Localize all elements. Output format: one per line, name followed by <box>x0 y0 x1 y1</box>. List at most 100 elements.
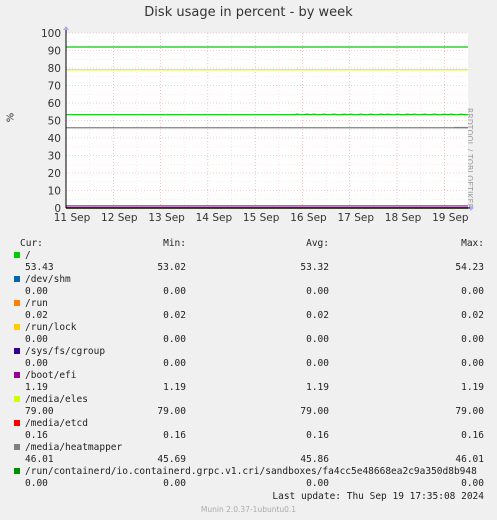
legend-cur-value: 0.02 <box>25 310 48 321</box>
y-tick-label: 90 <box>48 46 61 58</box>
legend-header-max: Max: <box>461 238 484 249</box>
legend-max-value: 79.00 <box>455 406 484 417</box>
legend-min-value: 0.00 <box>163 358 186 369</box>
legend-avg-value: 79.00 <box>300 406 329 417</box>
legend-entry: /dev/shm 0.00 0.00 0.00 0.00 <box>0 274 497 298</box>
y-tick-label: 40 <box>48 133 61 145</box>
legend-avg-value: 0.16 <box>306 430 329 441</box>
legend-min-value: 45.69 <box>157 454 186 465</box>
legend-entries: /53.43 53.02 53.32 54.23/dev/shm 0.00 0.00 0.0… <box>0 250 497 490</box>
legend-series-name: /run/containerd/io.containerd.grpc.v1.cr… <box>0 466 497 478</box>
legend-header-cur: Cur: <box>20 238 43 249</box>
x-tick-label: 13 Sep <box>148 212 185 224</box>
series-line <box>66 113 468 116</box>
legend-color-swatch <box>14 276 20 282</box>
x-tick-label: 19 Sep <box>432 212 469 224</box>
last-update: Last update: Thu Sep 19 17:35:08 2024 <box>272 491 484 502</box>
x-tick-label: 16 Sep <box>290 212 327 224</box>
legend-cur-value: 0.00 <box>25 478 48 489</box>
legend-min-value: 0.16 <box>163 430 186 441</box>
y-ticks: 0102030405060708090100 <box>41 28 61 215</box>
legend-cur-value: 1.19 <box>25 382 48 393</box>
legend-max-value: 0.02 <box>461 310 484 321</box>
x-tick-label: 17 Sep <box>338 212 375 224</box>
legend-series-name: /run/lock <box>0 322 497 334</box>
legend-max-value: 1.19 <box>461 382 484 393</box>
legend-min-value: 0.00 <box>163 286 186 297</box>
legend-color-swatch <box>14 372 20 378</box>
legend-avg-value: 1.19 <box>306 382 329 393</box>
legend-header: Cur: Min: Avg: Max: <box>0 238 497 250</box>
munin-version: Munin 2.0.37-1ubuntu0.1 <box>200 505 297 514</box>
legend-max-value: 46.01 <box>455 454 484 465</box>
legend-header-min: Min: <box>163 238 186 249</box>
legend-avg-value: 0.00 <box>306 334 329 345</box>
legend-entry: /media/etcd 0.16 0.16 0.16 0.16 <box>0 418 497 442</box>
legend-series-name: /run <box>0 298 497 310</box>
x-tick-label: 14 Sep <box>196 212 233 224</box>
legend-series-name: / <box>0 250 497 262</box>
legend-series-name: /media/etcd <box>0 418 497 430</box>
legend-color-swatch <box>14 444 20 450</box>
legend: Cur: Min: Avg: Max: /53.43 53.02 53.32 54.2… <box>0 238 497 490</box>
legend-avg-value: 0.00 <box>306 478 329 489</box>
legend-series-name: /media/eles <box>0 394 497 406</box>
legend-cur-value: 0.00 <box>25 358 48 369</box>
y-tick-label: 80 <box>48 63 61 75</box>
legend-avg-value: 53.32 <box>300 262 329 273</box>
legend-color-swatch <box>14 420 20 426</box>
legend-avg-value: 45.86 <box>300 454 329 465</box>
legend-entry: /run 0.02 0.02 0.02 0.02 <box>0 298 497 322</box>
x-tick-label: 15 Sep <box>243 212 280 224</box>
y-tick-label: 10 <box>48 186 61 198</box>
legend-min-value: 1.19 <box>163 382 186 393</box>
legend-entry: /run/containerd/io.containerd.grpc.v1.cr… <box>0 466 497 490</box>
y-tick-label: 20 <box>48 168 61 180</box>
legend-series-name: /media/heatmapper <box>0 442 497 454</box>
legend-cur-value: 0.00 <box>25 334 48 345</box>
legend-max-value: 0.00 <box>461 478 484 489</box>
legend-color-swatch <box>14 252 20 258</box>
legend-entry: /sys/fs/cgroup 0.00 0.00 0.00 0.00 <box>0 346 497 370</box>
legend-series-name: /sys/fs/cgroup <box>0 346 497 358</box>
legend-color-swatch <box>14 324 20 330</box>
legend-entry: /53.43 53.02 53.32 54.23 <box>0 250 497 274</box>
legend-entry: /media/heatmapper 46.01 45.69 45.86 46.01 <box>0 442 497 466</box>
x-tick-label: 18 Sep <box>385 212 422 224</box>
legend-min-value: 79.00 <box>157 406 186 417</box>
legend-cur-value: 0.16 <box>25 430 48 441</box>
legend-max-value: 0.00 <box>461 334 484 345</box>
legend-min-value: 0.00 <box>163 334 186 345</box>
y-tick-label: 30 <box>48 151 61 163</box>
x-tick-label: 11 Sep <box>54 212 91 224</box>
legend-avg-value: 0.02 <box>306 310 329 321</box>
legend-cur-value: 53.43 <box>25 262 54 273</box>
legend-cur-value: 0.00 <box>25 286 48 297</box>
legend-header-avg: Avg: <box>306 238 329 249</box>
legend-max-value: 0.16 <box>461 430 484 441</box>
y-tick-label: 100 <box>41 28 61 40</box>
legend-min-value: 0.02 <box>163 310 186 321</box>
legend-min-value: 0.00 <box>163 478 186 489</box>
y-tick-label: 70 <box>48 81 61 93</box>
legend-series-name: /dev/shm <box>0 274 497 286</box>
legend-max-value: 0.00 <box>461 358 484 369</box>
legend-cur-value: 79.00 <box>25 406 54 417</box>
legend-entry: /boot/efi 1.19 1.19 1.19 1.19 <box>0 370 497 394</box>
x-ticks: 11 Sep 12 Sep 13 Sep 14 Sep 15 Sep 16 Sep 17 S… <box>54 212 469 224</box>
legend-color-swatch <box>14 396 20 402</box>
legend-series-name: /boot/efi <box>0 370 497 382</box>
x-axis-arrow <box>470 205 474 211</box>
y-tick-label: 50 <box>48 116 61 128</box>
legend-cur-value: 46.01 <box>25 454 54 465</box>
y-tick-label: 60 <box>48 98 61 110</box>
legend-color-swatch <box>14 300 20 306</box>
legend-min-value: 53.02 <box>157 262 186 273</box>
chart-svg: 0102030405060708090100 11 Sep 12 Sep 13 Se… <box>41 26 474 224</box>
legend-entry: /run/lock 0.00 0.00 0.00 0.00 <box>0 322 497 346</box>
legend-avg-value: 0.00 <box>306 358 329 369</box>
y-axis-arrow <box>63 26 69 30</box>
legend-max-value: 54.23 <box>455 262 484 273</box>
legend-avg-value: 0.00 <box>306 286 329 297</box>
legend-color-swatch <box>14 468 20 474</box>
